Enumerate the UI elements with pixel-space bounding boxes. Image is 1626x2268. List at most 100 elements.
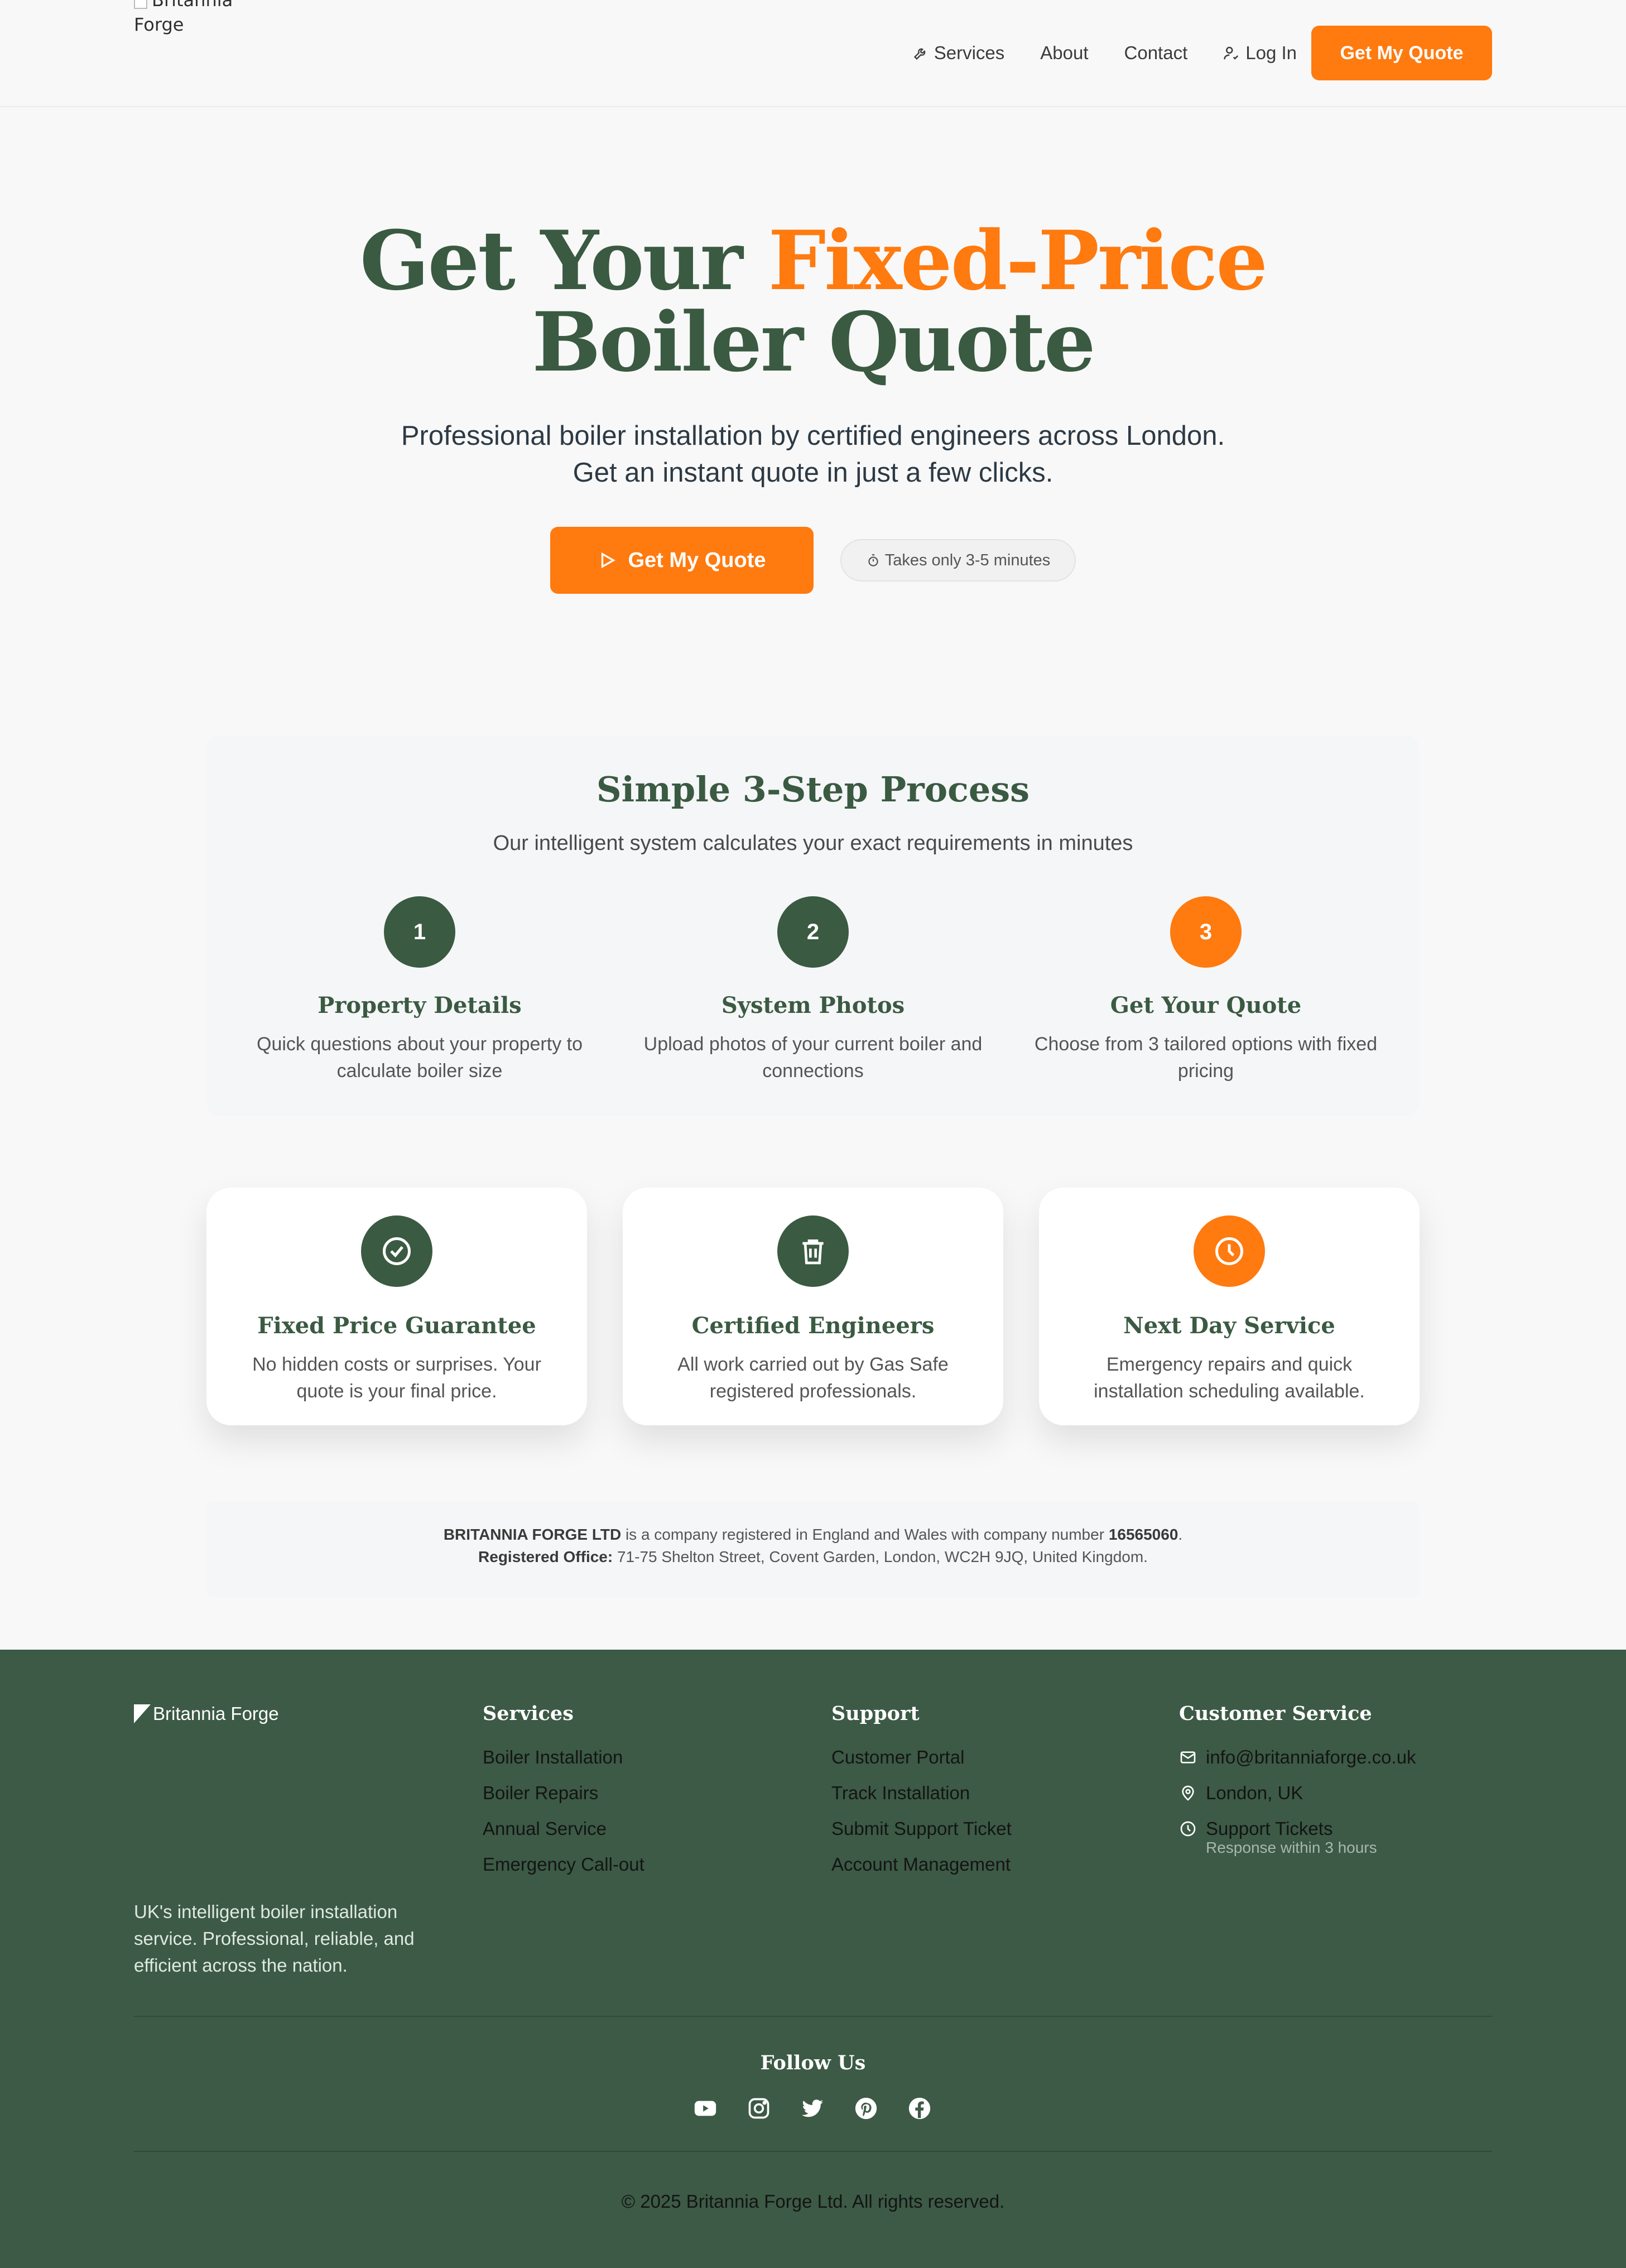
nav-contact[interactable]: Contact [1124,42,1188,64]
step-number: 2 [777,896,849,968]
feature-desc: Emergency repairs and quick installation… [1094,1354,1365,1402]
nav-about[interactable]: About [1040,42,1088,64]
hero-subtitle-line2: Get an instant quote in just a few click… [573,458,1053,488]
footer-tickets-note: Response within 3 hours [1206,1839,1377,1856]
broken-image-icon [134,1704,151,1723]
site-header: Britannia Forge Services About Contact L… [0,0,1626,107]
footer-services-heading: Services [483,1702,574,1725]
follow-us-heading: Follow Us [760,2051,866,2074]
broken-image-icon [134,0,147,9]
office-address: 71-75 Shelton Street, Covent Garden, Lon… [613,1548,1148,1565]
logo-text-line1: Britannia [152,0,233,11]
logo-text-line2: Forge [134,14,184,35]
check-circle-icon [361,1215,432,1287]
step-number: 3 [1170,896,1242,968]
process-section: Simple 3-Step Process Our intelligent sy… [206,736,1420,1116]
footer-support: Support Customer Portal Track Installati… [831,1702,1012,1882]
process-step: 3 Get Your Quote Choose from 3 tailored … [1011,896,1401,1084]
company-info: BRITANNIA FORGE LTD is a company registe… [206,1501,1420,1597]
feature-card: Fixed Price Guarantee No hidden costs or… [206,1188,587,1425]
header-quote-button[interactable]: Get My Quote [1311,26,1492,80]
process-step: 1 Property Details Quick questions about… [224,896,615,1084]
process-title: Simple 3-Step Process [596,769,1030,810]
footer-link[interactable]: Submit Support Ticket [831,1811,1012,1847]
hero-subtitle-line1: Professional boiler installation by cert… [401,421,1225,451]
step-desc: Upload photos of your current boiler and… [643,1034,983,1082]
feature-title: Fixed Price Guarantee [257,1313,536,1339]
youtube-icon[interactable] [692,2095,719,2122]
footer-email[interactable]: info@britanniaforge.co.uk [1179,1740,1416,1775]
mail-icon [1180,1751,1196,1764]
step-title: Property Details [317,992,522,1018]
hero-title: Get Your Fixed-Price Boiler Quote [0,220,1626,383]
footer-logo-text: Britannia Forge [153,1703,279,1724]
nav-services[interactable]: Services [913,42,1005,64]
main-nav: Services About Contact Log In Get My Quo… [913,26,1492,80]
twitter-icon[interactable] [799,2095,826,2122]
footer-link[interactable]: Emergency Call-out [483,1847,644,1882]
company-text2: . [1178,1526,1183,1543]
nav-services-label: Services [934,42,1005,63]
social-links [692,2095,960,2122]
timer-icon [868,554,878,566]
step-title: Get Your Quote [1110,992,1302,1018]
hero-subtitle: Professional boiler installation by cert… [0,417,1626,491]
footer-location-text: London, UK [1206,1782,1303,1803]
footer-logo[interactable]: Britannia Forge [134,1703,279,1724]
clock-icon [1194,1215,1265,1287]
wrench-icon [913,48,926,60]
footer-link[interactable]: Account Management [831,1847,1012,1882]
hero-quote-button[interactable]: Get My Quote [550,527,814,594]
time-pill-label: Takes only 3-5 minutes [884,551,1051,569]
hero-quote-label: Get My Quote [628,548,766,572]
company-text1: is a company registered in England and W… [621,1526,1109,1543]
footer-support-heading: Support [831,1702,920,1725]
step-number: 1 [384,896,455,968]
footer-divider [134,2151,1492,2152]
footer-tagline: UK's intelligent boiler installation ser… [134,1901,415,1976]
step-desc: Choose from 3 tailored options with fixe… [1034,1034,1378,1082]
footer-email-text: info@britanniaforge.co.uk [1206,1747,1416,1767]
process-step: 2 System Photos Upload photos of your cu… [618,896,1008,1084]
user-check-icon [1224,46,1239,60]
feature-desc: No hidden costs or surprises. Your quote… [252,1354,541,1402]
footer-link[interactable]: Track Installation [831,1775,1012,1811]
hero-title-line2: Boiler Quote [532,295,1095,390]
clock-icon [1180,1821,1196,1837]
nav-login-label: Log In [1245,42,1297,63]
step-desc: Quick questions about your property to c… [257,1034,583,1082]
footer-cs-heading: Customer Service [1179,1702,1372,1725]
footer-divider [134,2016,1492,2017]
pinterest-icon[interactable] [853,2095,879,2122]
office-label: Registered Office: [478,1548,613,1565]
copyright: © 2025 Britannia Forge Ltd. All rights r… [621,2191,1005,2212]
step-title: System Photos [721,992,905,1018]
facebook-icon[interactable] [906,2095,933,2122]
company-registration: BRITANNIA FORGE LTD is a company registe… [206,1524,1420,1546]
feature-card: Certified Engineers All work carried out… [623,1188,1003,1425]
footer-location: London, UK [1179,1775,1416,1811]
company-number: 16565060 [1108,1526,1178,1543]
footer-link[interactable]: Annual Service [483,1811,644,1847]
trash-icon [777,1215,849,1287]
footer-customer-service: Customer Service info@britanniaforge.co.… [1179,1702,1416,1857]
footer-link[interactable]: Customer Portal [831,1740,1012,1775]
instagram-icon[interactable] [745,2095,772,2122]
feature-title: Certified Engineers [691,1313,935,1339]
site-footer: Britannia Forge UK's intelligent boiler … [0,1650,1626,2268]
footer-link[interactable]: Boiler Repairs [483,1775,644,1811]
map-pin-icon [1182,1785,1194,1801]
footer-tickets-text: Support Tickets [1206,1818,1333,1839]
nav-login[interactable]: Log In [1223,42,1297,64]
feature-card: Next Day Service Emergency repairs and q… [1039,1188,1420,1425]
registered-office: Registered Office: 71-75 Shelton Street,… [206,1546,1420,1568]
process-subtitle: Our intelligent system calculates your e… [493,832,1133,855]
time-estimate-pill: Takes only 3-5 minutes [840,539,1076,582]
play-icon [602,552,616,569]
feature-desc: All work carried out by Gas Safe registe… [677,1354,949,1402]
feature-title: Next Day Service [1123,1313,1335,1339]
footer-link[interactable]: Boiler Installation [483,1740,644,1775]
company-name: BRITANNIA FORGE LTD [443,1526,622,1543]
footer-services: Services Boiler Installation Boiler Repa… [483,1702,644,1882]
logo[interactable]: Britannia Forge [134,0,268,37]
